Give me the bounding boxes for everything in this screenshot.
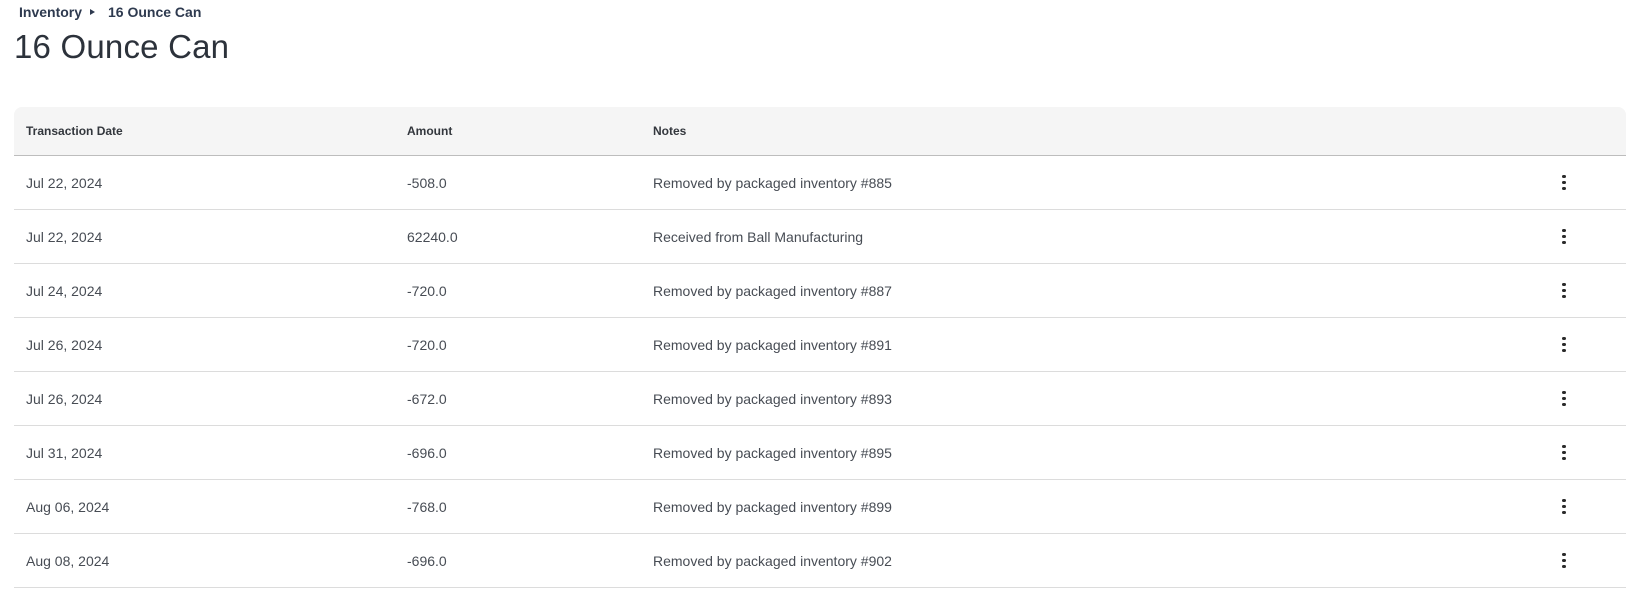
more-vertical-icon[interactable] <box>1554 441 1574 465</box>
cell-transaction-date: Jul 31, 2024 <box>26 444 103 461</box>
menu-dot <box>1562 391 1566 395</box>
page-title: 16 Ounce Can <box>14 28 230 65</box>
table-row[interactable]: Jul 22, 2024 62240.0 Received from Ball Ma… <box>14 210 1626 264</box>
cell-amount: -768.0 <box>407 498 447 515</box>
cell-amount: -508.0 <box>407 174 447 191</box>
header-notes[interactable]: Notes <box>653 124 686 138</box>
menu-dot <box>1562 553 1566 557</box>
table-row[interactable]: Jul 31, 2024 -696.0 Removed by packaged in… <box>14 426 1626 480</box>
cell-amount: -672.0 <box>407 390 447 407</box>
menu-dot <box>1562 504 1566 509</box>
menu-dot <box>1562 558 1566 563</box>
table-row[interactable]: Aug 08, 2024 -696.0 Removed by packaged in… <box>14 534 1626 588</box>
cell-notes: Removed by packaged inventory #885 <box>653 174 892 191</box>
transactions-table: Transaction Date Amount Notes Jul 22, 20… <box>14 107 1626 588</box>
cell-notes: Removed by packaged inventory #895 <box>653 444 892 461</box>
cell-amount: -720.0 <box>407 282 447 299</box>
cell-transaction-date: Aug 06, 2024 <box>26 498 110 515</box>
table-row[interactable]: Aug 06, 2024 -768.0 Removed by packaged in… <box>14 480 1626 534</box>
menu-dot <box>1562 342 1566 347</box>
cell-notes: Received from Ball Manufacturing <box>653 228 864 245</box>
menu-dot <box>1562 234 1566 239</box>
table-header: Transaction Date Amount Notes <box>14 107 1626 156</box>
menu-dot <box>1562 240 1566 244</box>
more-vertical-icon[interactable] <box>1554 225 1574 249</box>
menu-dot <box>1562 229 1566 233</box>
cell-transaction-date: Jul 24, 2024 <box>26 282 103 299</box>
menu-dot <box>1562 456 1566 460</box>
cell-transaction-date: Jul 26, 2024 <box>26 336 103 353</box>
cell-transaction-date: Jul 22, 2024 <box>26 174 103 191</box>
menu-dot <box>1562 564 1566 568</box>
menu-dot <box>1562 402 1566 406</box>
menu-dot <box>1562 510 1566 514</box>
menu-dot <box>1562 180 1566 185</box>
cell-amount: 62240.0 <box>407 228 458 245</box>
cell-amount: -696.0 <box>407 444 447 461</box>
cell-notes: Removed by packaged inventory #902 <box>653 552 892 569</box>
breadcrumb-current: 16 Ounce Can <box>108 4 202 20</box>
breadcrumb-separator-icon <box>90 9 96 15</box>
menu-dot <box>1562 186 1566 190</box>
more-vertical-icon[interactable] <box>1554 171 1574 195</box>
more-vertical-icon[interactable] <box>1554 549 1574 573</box>
table-row[interactable]: Jul 26, 2024 -672.0 Removed by packaged in… <box>14 372 1626 426</box>
cell-notes: Removed by packaged inventory #893 <box>653 390 892 407</box>
cell-transaction-date: Jul 22, 2024 <box>26 228 103 245</box>
cell-amount: -720.0 <box>407 336 447 353</box>
more-vertical-icon[interactable] <box>1554 387 1574 411</box>
table-row[interactable]: Jul 24, 2024 -720.0 Removed by packaged in… <box>14 264 1626 318</box>
more-vertical-icon[interactable] <box>1554 279 1574 303</box>
menu-dot <box>1562 294 1566 298</box>
menu-dot <box>1562 450 1566 455</box>
cell-notes: Removed by packaged inventory #899 <box>653 498 892 515</box>
menu-dot <box>1562 175 1566 179</box>
breadcrumb: Inventory 16 Ounce Can <box>19 2 201 22</box>
menu-dot <box>1562 396 1566 401</box>
more-vertical-icon[interactable] <box>1554 333 1574 357</box>
menu-dot <box>1562 288 1566 293</box>
menu-dot <box>1562 283 1566 287</box>
cell-notes: Removed by packaged inventory #891 <box>653 336 892 353</box>
table-row[interactable]: Jul 22, 2024 -508.0 Removed by packaged in… <box>14 156 1626 210</box>
menu-dot <box>1562 499 1566 503</box>
menu-dot <box>1562 445 1566 449</box>
menu-dot <box>1562 348 1566 352</box>
header-transaction-date[interactable]: Transaction Date <box>26 124 123 138</box>
menu-dot <box>1562 337 1566 341</box>
table-body: Jul 22, 2024 -508.0 Removed by packaged in… <box>14 156 1626 588</box>
cell-transaction-date: Jul 26, 2024 <box>26 390 103 407</box>
header-amount[interactable]: Amount <box>407 124 452 138</box>
cell-notes: Removed by packaged inventory #887 <box>653 282 892 299</box>
breadcrumb-link-inventory[interactable]: Inventory <box>19 4 82 20</box>
more-vertical-icon[interactable] <box>1554 495 1574 519</box>
table-row[interactable]: Jul 26, 2024 -720.0 Removed by packaged in… <box>14 318 1626 372</box>
cell-amount: -696.0 <box>407 552 447 569</box>
cell-transaction-date: Aug 08, 2024 <box>26 552 110 569</box>
